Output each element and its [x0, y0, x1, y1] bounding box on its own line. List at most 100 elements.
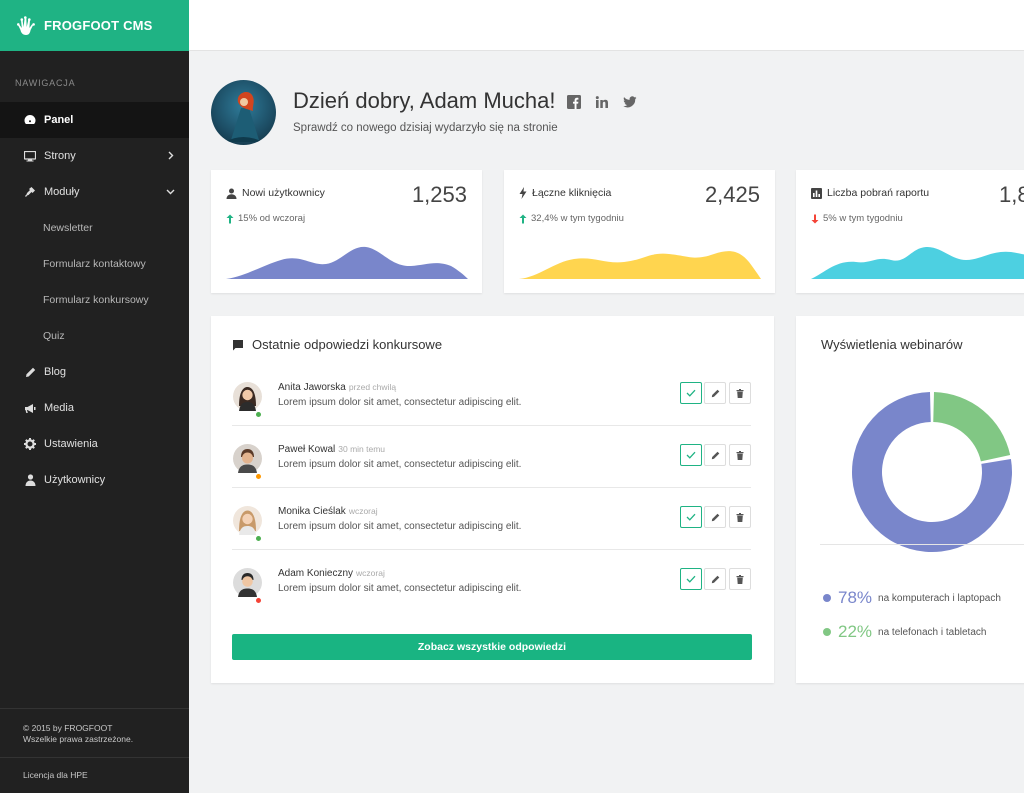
- stat-title: Łączne kliknięcia: [519, 187, 611, 199]
- sidebar-subitem-contest-form[interactable]: Formularz konkursowy: [0, 282, 189, 318]
- row-divider: [232, 549, 751, 550]
- card-title-text: Ostatnie odpowiedzi konkursowe: [252, 337, 443, 352]
- approve-button[interactable]: [680, 506, 702, 528]
- license-link[interactable]: Licencja dla HPE: [0, 757, 189, 793]
- respondent-name: Paweł Kowal 30 min temu: [278, 444, 385, 455]
- facebook-icon[interactable]: [567, 95, 581, 109]
- donut-slice-mobile: [933, 392, 1011, 462]
- see-all-responses-button[interactable]: Zobacz wszystkie odpowiedzi: [232, 634, 752, 660]
- sidebar-item-blog[interactable]: Blog: [0, 354, 189, 390]
- name-text: Paweł Kowal: [278, 444, 336, 455]
- card-title: Wyświetlenia webinarów: [821, 337, 963, 352]
- edit-button[interactable]: [704, 506, 726, 528]
- nav-heading: NAWIGACJA: [15, 78, 76, 88]
- arrow-down-icon: [811, 214, 819, 223]
- sparkline-total-clicks: [519, 251, 761, 279]
- delete-button[interactable]: [729, 506, 751, 528]
- list-item: Anita Jaworska przed chwilą Lorem ipsum d…: [232, 374, 751, 436]
- stat-card-new-users: Nowi użytkownicy 1,253 15% od wczoraj: [211, 170, 482, 293]
- stat-change: 32,4% w tym tygodniu: [519, 213, 624, 224]
- legend-label: na telefonach i tabletach: [878, 626, 987, 638]
- delete-button[interactable]: [729, 382, 751, 404]
- name-text: Anita Jaworska: [278, 382, 346, 393]
- stat-card-total-clicks: Łączne kliknięcia 2,425 32,4% w tym tygo…: [504, 170, 775, 293]
- edit-button[interactable]: [704, 382, 726, 404]
- sidebar-item-label: Blog: [44, 366, 67, 378]
- chart-divider: [820, 544, 1024, 545]
- lightning-icon: [519, 187, 527, 199]
- check-icon: [686, 389, 696, 397]
- sidebar-item-panel[interactable]: Panel: [0, 102, 189, 138]
- sidebar-subitem-newsletter[interactable]: Newsletter: [0, 210, 189, 246]
- webinar-views-card: Wyświetlenia webinarów 78% na komputerac…: [796, 316, 1024, 683]
- sparkline-new-users: [226, 246, 468, 279]
- sidebar-item-strony[interactable]: Strony: [0, 138, 189, 174]
- copyright: © 2015 by FROGFOOT Wszelkie prawa zastrz…: [0, 709, 189, 757]
- stat-title-text: Łączne kliknięcia: [532, 187, 612, 199]
- avatar: [233, 444, 262, 480]
- avatar: [233, 506, 262, 542]
- approve-button[interactable]: [680, 568, 702, 590]
- status-indicator: [255, 411, 262, 418]
- avatar: [233, 382, 262, 418]
- legend-dot: [823, 628, 831, 636]
- sidebar-item-media[interactable]: Media: [0, 390, 189, 426]
- approve-button[interactable]: [680, 444, 702, 466]
- rights-line: Wszelkie prawa zastrzeżone.: [23, 734, 134, 744]
- delete-button[interactable]: [729, 444, 751, 466]
- arrow-up-icon: [226, 214, 234, 223]
- approve-button[interactable]: [680, 382, 702, 404]
- stat-change-text: 32,4% w tym tygodniu: [531, 213, 624, 224]
- legend-percent: 78%: [838, 588, 873, 607]
- webinar-donut-chart: [852, 392, 1012, 552]
- sidebar-subitem-quiz[interactable]: Quiz: [0, 318, 189, 354]
- person-avatar-icon: [233, 444, 262, 473]
- check-icon: [686, 451, 696, 459]
- check-icon: [686, 575, 696, 583]
- timestamp: 30 min temu: [338, 444, 386, 454]
- linkedin-icon[interactable]: [595, 95, 609, 109]
- pencil-icon: [711, 389, 719, 397]
- legend-dot: [823, 594, 831, 602]
- respondent-name: Anita Jaworska przed chwilą: [278, 382, 396, 393]
- sidebar-footer: © 2015 by FROGFOOT Wszelkie prawa zastrz…: [0, 708, 189, 793]
- sidebar-item-label: Użytkownicy: [44, 474, 106, 486]
- list-item: Adam Konieczny wczoraj Lorem ipsum dolor …: [232, 560, 751, 622]
- respondent-name: Monika Cieślak wczoraj: [278, 506, 378, 517]
- copyright-line: © 2015 by FROGFOOT: [23, 723, 113, 733]
- status-indicator: [255, 597, 262, 604]
- card-title: Ostatnie odpowiedzi konkursowe: [232, 337, 442, 352]
- trash-icon: [736, 574, 744, 584]
- sidebar-item-label: Panel: [44, 114, 74, 126]
- sidebar-item-uzytkownicy[interactable]: Użytkownicy: [0, 462, 189, 498]
- response-message: Lorem ipsum dolor sit amet, consectetur …: [278, 459, 522, 470]
- stat-change-text: 5% w tym tygodniu: [823, 213, 903, 224]
- page-subtitle: Sprawdź co nowego dzisiaj wydarzyło się …: [293, 122, 558, 134]
- delete-button[interactable]: [729, 568, 751, 590]
- sidebar-item-label: Moduły: [44, 186, 80, 198]
- stat-change: 15% od wczoraj: [226, 213, 305, 224]
- stat-title-text: Liczba pobrań raportu: [827, 187, 930, 199]
- person-avatar-icon: [233, 568, 262, 597]
- twitter-icon[interactable]: [623, 95, 637, 109]
- pencil-icon: [711, 513, 719, 521]
- avatar-illustration-icon: [225, 91, 263, 142]
- person-avatar-icon: [233, 382, 262, 411]
- sidebar-item-moduly[interactable]: Moduły: [0, 174, 189, 210]
- legend-label: na komputerach i laptopach: [878, 592, 1001, 604]
- sidebar-item-label: Ustawienia: [44, 438, 98, 450]
- sidebar-item-ustawienia[interactable]: Ustawienia: [0, 426, 189, 462]
- chevron-down-icon: [166, 189, 175, 195]
- page-title: Dzień dobry, Adam Mucha!: [293, 88, 556, 113]
- user-avatar[interactable]: [211, 80, 276, 145]
- edit-button[interactable]: [704, 444, 726, 466]
- megaphone-icon: [23, 401, 37, 415]
- status-indicator: [255, 473, 262, 480]
- list-item: Paweł Kowal 30 min temu Lorem ipsum dolor…: [232, 436, 751, 498]
- dashboard-icon: [23, 113, 37, 127]
- plug-icon: [23, 185, 37, 199]
- user-icon: [226, 188, 237, 199]
- edit-button[interactable]: [704, 568, 726, 590]
- brand[interactable]: FROGFOOT CMS: [0, 0, 189, 51]
- sidebar-subitem-contact-form[interactable]: Formularz kontaktowy: [0, 246, 189, 282]
